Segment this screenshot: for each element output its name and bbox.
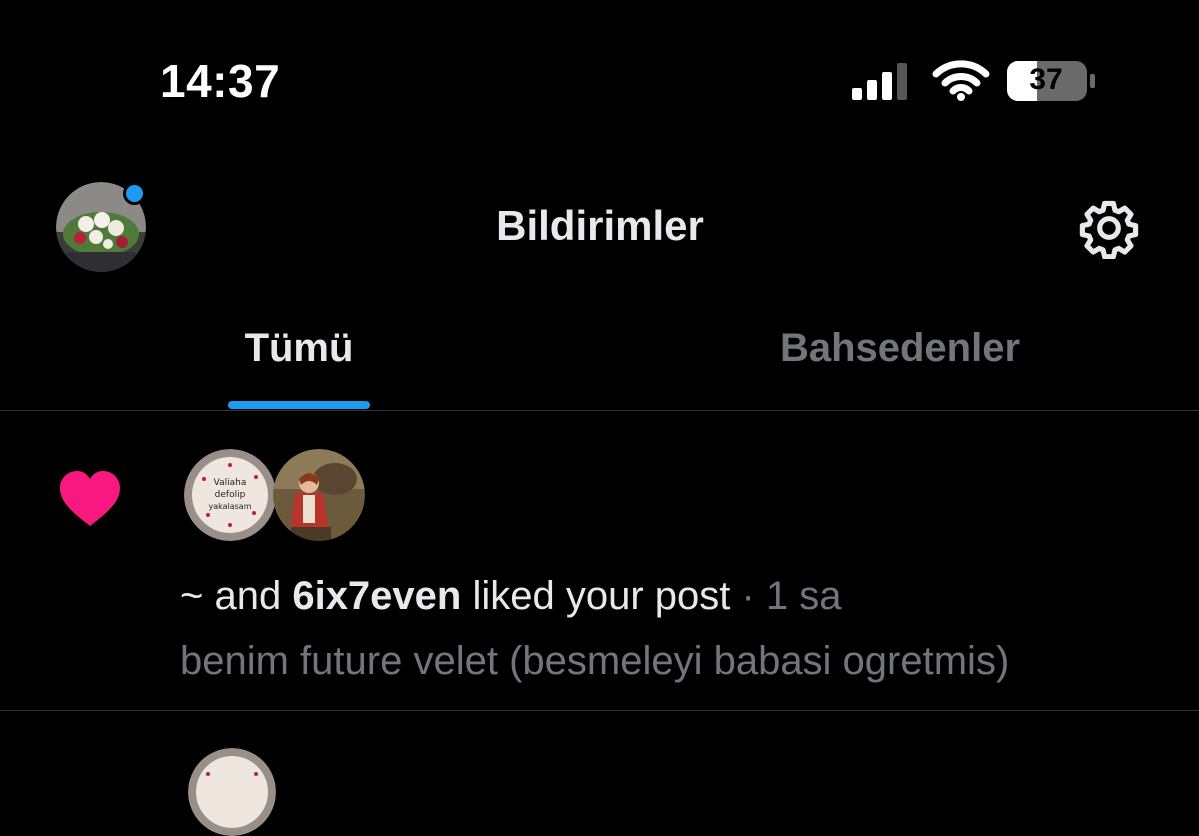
unread-indicator-dot — [123, 182, 146, 205]
avatar-cake-text: Valiaha — [214, 478, 247, 488]
cellular-signal-icon — [852, 63, 907, 100]
user-avatar[interactable] — [188, 748, 276, 836]
notification-divider — [0, 710, 1199, 711]
actor-prefix: ~ and — [180, 574, 293, 618]
actor-name[interactable]: 6ix7even — [292, 574, 461, 618]
avatar-cake-text: defolip — [215, 490, 246, 500]
notification-action: liked your post — [461, 574, 731, 618]
user-avatar[interactable] — [273, 449, 365, 541]
tab-mentions[interactable]: Bahsedenler — [760, 326, 1040, 371]
user-avatar[interactable]: Valiaha defolip yakalasam — [184, 449, 276, 541]
profile-avatar[interactable] — [56, 182, 146, 272]
notification-text: ~ and 6ix7even liked your post · 1 sa — [180, 574, 842, 619]
active-tab-indicator — [228, 401, 370, 409]
post-preview[interactable]: benim future velet (besmeleyi babasi ogr… — [180, 639, 1009, 684]
tabs-divider — [0, 410, 1199, 411]
tab-all[interactable]: Tümü — [228, 326, 370, 371]
separator: · — [730, 574, 766, 618]
heart-icon — [60, 471, 120, 526]
battery-level: 37 — [1029, 63, 1063, 96]
wifi-icon — [932, 60, 990, 101]
status-time: 14:37 — [160, 55, 281, 107]
avatar-cake-text: yakalasam — [208, 502, 251, 511]
page-title: Bildirimler — [496, 202, 704, 249]
notification-time: 1 sa — [765, 574, 842, 618]
gear-icon[interactable] — [1078, 197, 1140, 259]
